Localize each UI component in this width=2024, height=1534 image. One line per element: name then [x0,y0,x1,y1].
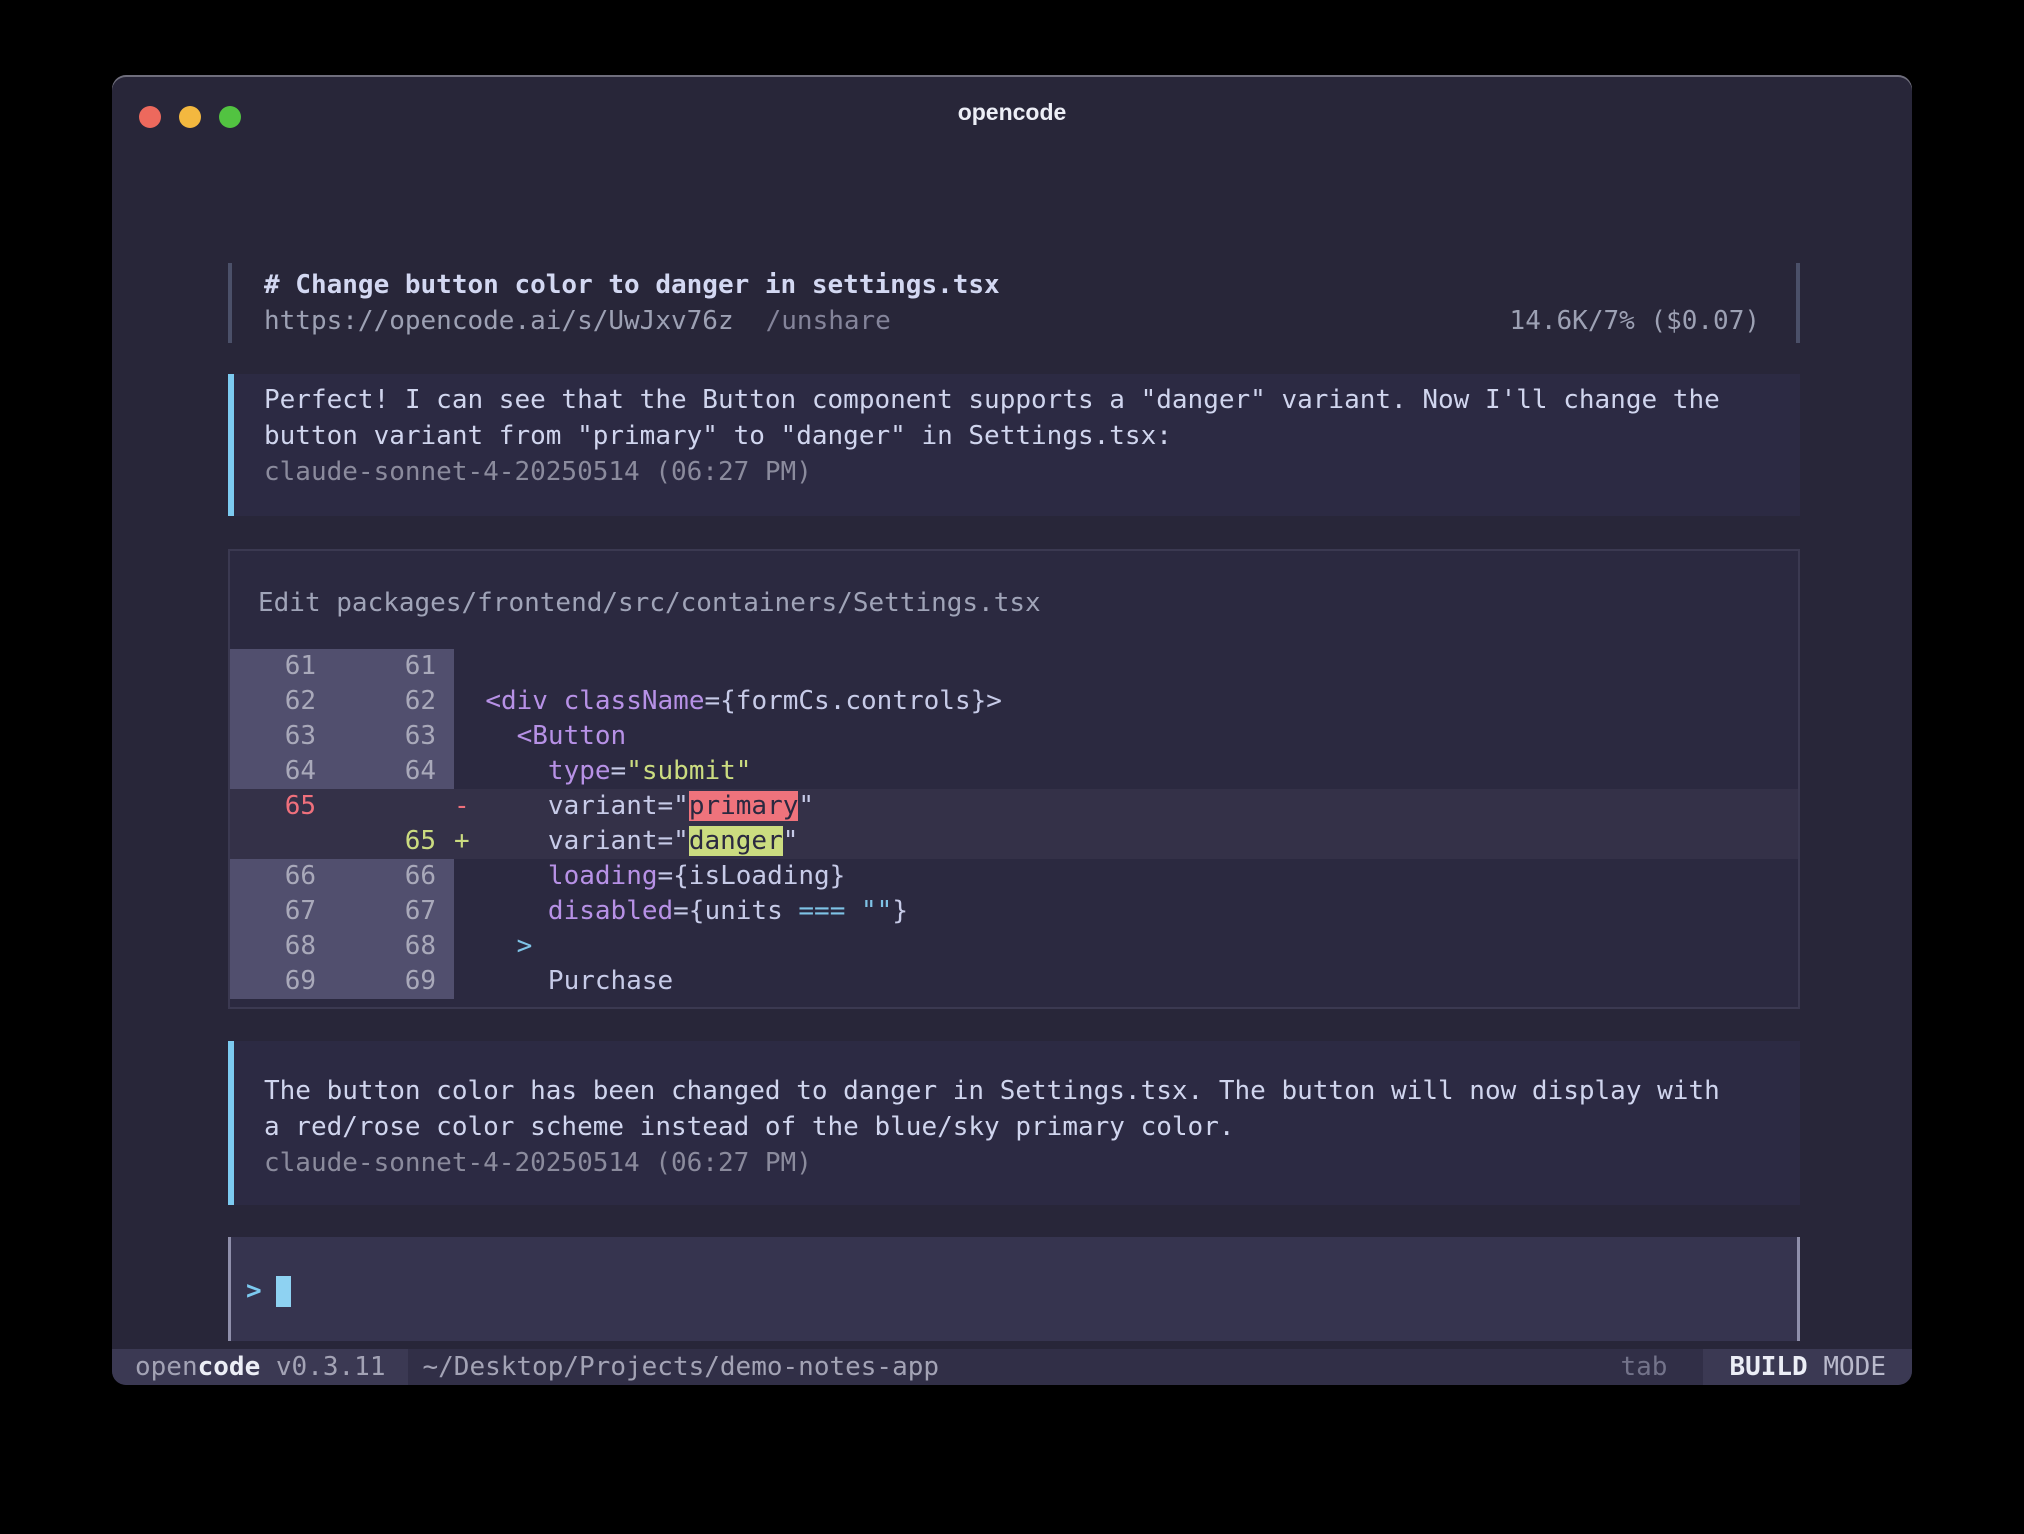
mode-label-mode: MODE [1808,1352,1886,1382]
message-text-line: The button color has been changed to dan… [264,1073,1800,1109]
old-line-number: 68 [230,929,330,964]
diff-code-text: > [454,929,1798,964]
new-line-number: 63 [330,719,454,754]
diff-body: 61616262 <div className={formCs.controls… [230,649,1798,999]
opencode-window: opencode # Change button color to danger… [112,75,1912,1385]
old-line-number: 61 [230,649,330,684]
diff-code-text: disabled={units === ""} [454,894,1798,929]
prompt-input[interactable]: > [228,1237,1800,1341]
diff-bottom-padding [230,999,1798,1007]
app-version-segment: opencode v0.3.11 [112,1349,408,1385]
edit-tool-diff-block: Edit packages/frontend/src/containers/Se… [228,549,1800,1009]
diff-row-line-65: 65 - variant="primary" [230,789,1798,824]
diff-row-line-66: 6666 loading={isLoading} [230,859,1798,894]
new-line-number: 62 [330,684,454,719]
new-line-number: 65 [330,824,454,859]
diff-code-text: Purchase [454,964,1798,999]
new-line-number: 68 [330,929,454,964]
new-line-number: 69 [330,964,454,999]
diff-row-line-61: 6161 [230,649,1798,684]
old-line-number: 62 [230,684,330,719]
new-line-number [330,789,454,824]
working-directory: ~/Desktop/Projects/demo-notes-app [408,1349,1590,1385]
old-line-number [230,824,330,859]
diff-code-text [454,649,1798,684]
edit-tool-header: Edit packages/frontend/src/containers/Se… [230,551,1798,649]
assistant-message-1: Perfect! I can see that the Button compo… [228,374,1800,516]
message-text-line: Perfect! I can see that the Button compo… [264,382,1800,418]
message-model-meta: claude-sonnet-4-20250514 (06:27 PM) [264,1145,1800,1181]
diff-row-line-68: 6868 > [230,929,1798,964]
mode-label-build: BUILD [1729,1352,1807,1382]
session-content: # Change button color to danger in setti… [228,145,1800,1385]
token-usage: 14.6K/7% ($0.07) [1510,303,1796,339]
app-name-code: code [198,1352,261,1382]
diff-row-line-64: 6464 type="submit" [230,754,1798,789]
prompt-chevron: > [246,1273,262,1309]
app-name-open: open [135,1352,198,1382]
diff-code-text: loading={isLoading} [454,859,1798,894]
diff-code-text: <div className={formCs.controls}> [454,684,1798,719]
session-header: # Change button color to danger in setti… [228,263,1800,343]
old-line-number: 66 [230,859,330,894]
diff-code-text: + variant="danger" [454,824,1798,859]
old-line-number: 69 [230,964,330,999]
diff-row-line-62: 6262 <div className={formCs.controls}> [230,684,1798,719]
diff-row-line-63: 6363 <Button [230,719,1798,754]
session-subtitle: https://opencode.ai/s/UwJxv76z /unshare … [264,303,1796,339]
diff-code-text: type="submit" [454,754,1798,789]
new-line-number: 66 [330,859,454,894]
diff-row-line-67: 6767 disabled={units === ""} [230,894,1798,929]
status-bar: opencode v0.3.11 ~/Desktop/Projects/demo… [112,1349,1912,1385]
old-line-number: 63 [230,719,330,754]
new-line-number: 64 [330,754,454,789]
window-title: opencode [112,99,1912,126]
session-title: # Change button color to danger in setti… [264,267,1796,303]
new-line-number: 67 [330,894,454,929]
build-mode-segment: BUILD MODE [1703,1349,1912,1385]
tab-key-hint[interactable]: tab [1590,1349,1703,1385]
share-url-link[interactable]: https://opencode.ai/s/UwJxv76z [264,303,734,339]
app-version: v0.3.11 [260,1352,385,1382]
old-line-number: 67 [230,894,330,929]
assistant-message-2: The button color has been changed to dan… [228,1041,1800,1205]
text-cursor [276,1276,291,1307]
old-line-number: 64 [230,754,330,789]
titlebar: opencode [112,75,1912,145]
diff-row-line-69: 6969 Purchase [230,964,1798,999]
prompt-line: > [246,1273,1797,1309]
diff-row-line-65: 65+ variant="danger" [230,824,1798,859]
diff-code-text: - variant="primary" [454,789,1798,824]
diff-code-text: <Button [454,719,1798,754]
new-line-number: 61 [330,649,454,684]
old-line-number: 65 [230,789,330,824]
message-text-line: a red/rose color scheme instead of the b… [264,1109,1800,1145]
unshare-command: /unshare [766,303,891,339]
message-text-line: button variant from "primary" to "danger… [264,418,1800,454]
message-model-meta: claude-sonnet-4-20250514 (06:27 PM) [264,454,1800,490]
